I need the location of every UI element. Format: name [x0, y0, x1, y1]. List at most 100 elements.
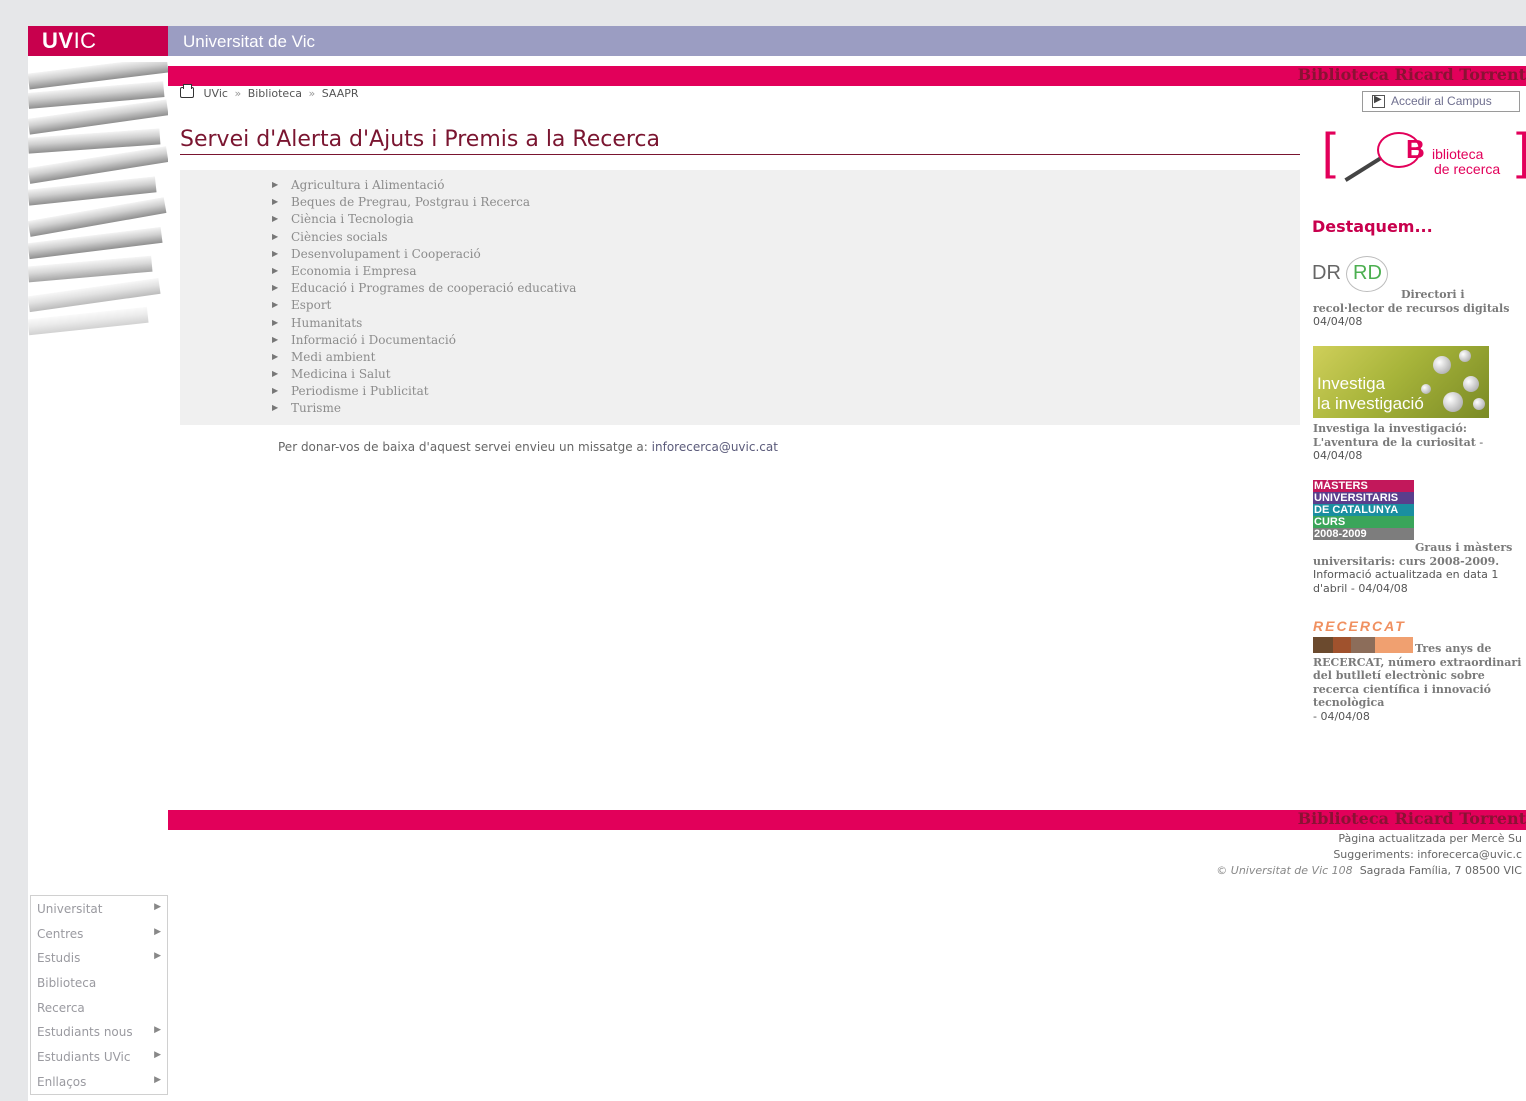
category-link[interactable]: ▶ Informació i Documentació — [272, 333, 576, 350]
submenu-arrow-icon: ▶ — [154, 951, 161, 962]
uvic-logo[interactable]: UVIC — [28, 26, 168, 56]
bullet-arrow-icon: ▶ — [272, 214, 279, 224]
submenu-arrow-icon: ▶ — [154, 1050, 161, 1061]
footer-title[interactable]: Biblioteca Ricard Torrent — [1298, 809, 1526, 828]
category-link[interactable]: ▶ Agricultura i Alimentació — [272, 178, 576, 195]
recercat-logo[interactable]: RECERCAT — [1313, 618, 1406, 634]
category-link[interactable]: ▶ Educació i Programes de cooperació educ… — [272, 281, 576, 298]
news-title[interactable]: Tres anys de RECERCAT, número extraordin… — [1313, 642, 1526, 710]
category-link[interactable]: ▶ Economia i Empresa — [272, 264, 576, 281]
bullet-arrow-icon: ▶ — [272, 197, 279, 207]
news-date: - 04/04/08 — [1313, 709, 1370, 723]
molecule-shape — [1443, 392, 1463, 412]
drrd-logo[interactable]: DR RD — [1312, 256, 1402, 292]
molecule-shape — [1433, 356, 1451, 374]
category-link[interactable]: ▶ Periodisme i Publicitat — [272, 384, 576, 401]
bullet-arrow-icon: ▶ — [272, 248, 279, 258]
investiga-image[interactable]: Investiga la investigació — [1313, 346, 1489, 418]
bullet-arrow-icon: ▶ — [272, 265, 279, 275]
book-shape — [28, 254, 153, 283]
biblioteca-recerca-logo[interactable]: [ B iblioteca de recerca ] — [1322, 126, 1526, 182]
masters-image[interactable]: MÀSTERS UNIVERSITARIS DE CATALUNYA CURS … — [1313, 480, 1414, 550]
footer-copyright: © Universitat de Vic 108 — [1216, 864, 1353, 877]
drrd-logo-dr: DR — [1312, 262, 1341, 284]
news-title[interactable]: Graus i màsters universitaris: curs 2008… — [1313, 541, 1526, 568]
category-link[interactable]: ▶ Desenvolupament i Cooperació — [272, 247, 576, 264]
bullet-arrow-icon: ▶ — [272, 283, 279, 293]
bullet-arrow-icon: ▶ — [272, 317, 279, 327]
category-link[interactable]: ▶ Ciència i Tecnologia — [272, 212, 576, 229]
login-arrow-icon — [1372, 94, 1385, 108]
breadcrumb-separator: » — [308, 87, 316, 100]
footer-suggestions[interactable]: Suggeriments: inforecerca@uvic.c — [1333, 848, 1522, 861]
news-title-line: Directori i — [1313, 288, 1526, 302]
news-title-cont[interactable]: recol·lector de recursos digitals — [1313, 302, 1526, 316]
bullet-arrow-icon: ▶ — [272, 386, 279, 396]
unsubscribe-email-link[interactable]: inforecerca@uvic.cat — [652, 440, 778, 454]
news-date: - 04/04/08 — [1350, 581, 1408, 595]
menu-item-estudis[interactable]: Estudis ▶ — [31, 945, 167, 970]
bullet-arrow-icon: ▶ — [272, 403, 279, 413]
news-title[interactable]: Investiga la investigació: L'aventura de… — [1313, 422, 1476, 449]
breadcrumb-item-uvic[interactable]: UVic — [204, 87, 228, 100]
molecule-shape — [1463, 376, 1479, 392]
footer-address-line: © Universitat de Vic 108 Sagrada Família… — [1216, 864, 1522, 877]
molecule-shape — [1459, 350, 1471, 362]
menu-item-recerca[interactable]: Recerca — [31, 995, 167, 1020]
unsubscribe-notice: Per donar-vos de baixa d'aquest servei e… — [278, 440, 778, 454]
book-shape — [28, 305, 149, 336]
university-bar: Universitat de Vic — [168, 26, 1526, 56]
investiga-image-line-1: Investiga — [1317, 374, 1386, 393]
page-title: Servei d'Alerta d'Ajuts i Premis a la Re… — [180, 127, 661, 152]
molecule-shape — [1473, 398, 1485, 410]
menu-item-biblioteca[interactable]: Biblioteca — [31, 970, 167, 995]
footer-updated: Pàgina actualitzada per Mercè Su — [1338, 832, 1522, 845]
bullet-arrow-icon: ▶ — [272, 351, 279, 361]
category-link[interactable]: ▶ Humanitats — [272, 316, 576, 333]
featured-heading: Destaquem... — [1312, 217, 1433, 236]
bullet-arrow-icon: ▶ — [272, 369, 279, 379]
news-item: Graus i màsters universitaris: curs 2008… — [1313, 541, 1526, 595]
section-bar-bottom: Biblioteca Ricard Torrent — [168, 809, 1526, 830]
category-link[interactable]: ▶ Esport — [272, 298, 576, 315]
masters-row: 2008-2009 — [1313, 528, 1414, 540]
menu-item-centres[interactable]: Centres ▶ — [31, 921, 167, 946]
menu-item-estudiants-nous[interactable]: Estudiants nous ▶ — [31, 1019, 167, 1044]
breadcrumb-item-biblioteca[interactable]: Biblioteca — [248, 87, 302, 100]
printer-icon[interactable] — [180, 84, 194, 98]
menu-item-enllacos[interactable]: Enllaços ▶ — [31, 1069, 167, 1094]
investiga-image-line-2: la investigació — [1317, 394, 1424, 413]
left-nav-menu: Universitat ▶ Centres ▶ Estudis ▶ Bibliotec… — [30, 895, 168, 1095]
menu-item-universitat[interactable]: Universitat ▶ — [31, 896, 167, 921]
logo-line-1: iblioteca — [1432, 146, 1484, 162]
menu-item-estudiants-uvic[interactable]: Estudiants UVic ▶ — [31, 1044, 167, 1069]
section-title-top[interactable]: Biblioteca Ricard Torrent — [1298, 65, 1526, 84]
bullet-arrow-icon: ▶ — [272, 334, 279, 344]
submenu-arrow-icon: ▶ — [154, 1074, 161, 1085]
news-title[interactable]: Directori i — [1401, 288, 1465, 301]
campus-login-button[interactable]: Accedir al Campus — [1362, 91, 1520, 112]
university-title[interactable]: Universitat de Vic — [183, 32, 315, 52]
submenu-arrow-icon: ▶ — [154, 902, 161, 912]
footer-address: Sagrada Família, 7 08500 VIC — [1359, 864, 1522, 877]
left-rail — [0, 0, 28, 1101]
news-item: Investiga la investigació: L'aventura de… — [1313, 422, 1526, 463]
bullet-arrow-icon: ▶ — [272, 231, 279, 241]
masters-row: CURS — [1313, 516, 1414, 528]
top-band — [0, 0, 1526, 26]
news-item: Directori i recol·lector de recursos dig… — [1313, 288, 1526, 329]
category-link[interactable]: ▶ Ciències socials — [272, 230, 576, 247]
logo-big-letter: B — [1406, 134, 1425, 164]
logo-bracket-right: ] — [1516, 126, 1526, 176]
campus-login-label: Accedir al Campus — [1391, 94, 1492, 108]
masters-row: DE CATALUNYA — [1313, 504, 1414, 516]
bullet-arrow-icon: ▶ — [272, 300, 279, 310]
category-link[interactable]: ▶ Medi ambient — [272, 350, 576, 367]
logo-bracket-left: [ — [1322, 123, 1336, 179]
news-date: 04/04/08 — [1313, 315, 1363, 328]
category-link[interactable]: ▶ Turisme — [272, 401, 576, 418]
news-item: Tres anys de RECERCAT, número extraordin… — [1313, 642, 1526, 723]
category-link[interactable]: ▶ Medicina i Salut — [272, 367, 576, 384]
category-link[interactable]: ▶ Beques de Pregrau, Postgrau i Recerca — [272, 195, 576, 212]
breadcrumb: UVic » Biblioteca » SAAPR — [180, 84, 359, 100]
